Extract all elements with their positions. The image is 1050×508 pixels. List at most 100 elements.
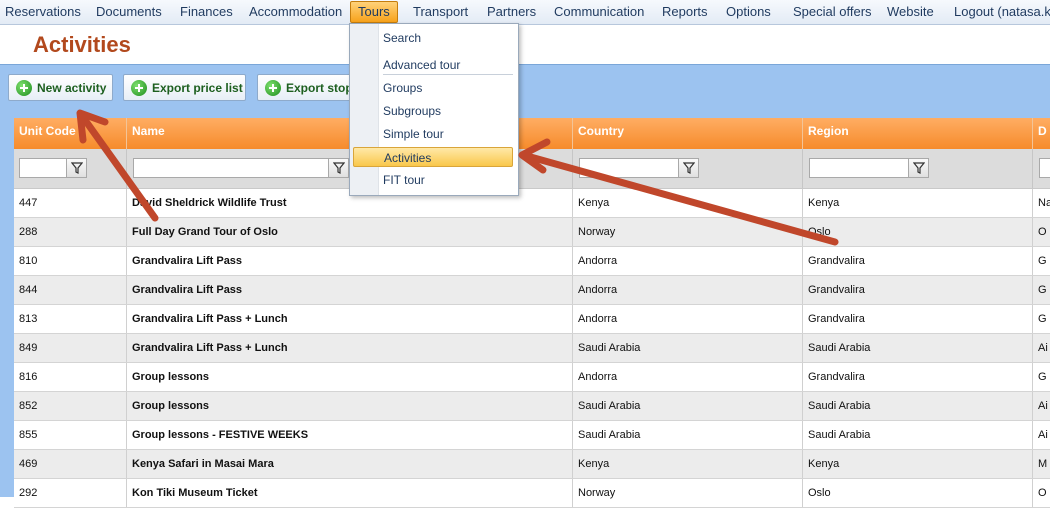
menu-special-offers[interactable]: Special offers <box>793 0 872 24</box>
menu-item-activities[interactable]: Activities <box>353 147 513 167</box>
cell-unit-code: 852 <box>14 392 127 420</box>
cell-unit-code: 816 <box>14 363 127 391</box>
table-row[interactable]: 810 Grandvalira Lift Pass Andorra Grandv… <box>14 247 1050 276</box>
add-icon <box>265 80 281 96</box>
table-row[interactable]: 816 Group lessons Andorra Grandvalira G <box>14 363 1050 392</box>
country-filter-input[interactable] <box>579 158 679 178</box>
cell-name: Grandvalira Lift Pass + Lunch <box>127 305 573 333</box>
region-filter-input[interactable] <box>809 158 909 178</box>
table-row[interactable]: 288 Full Day Grand Tour of Oslo Norway O… <box>14 218 1050 247</box>
cell-name: Group lessons - FESTIVE WEEKS <box>127 421 573 449</box>
column-header-region[interactable]: Region <box>803 118 1033 149</box>
cell-unit-code: 849 <box>14 334 127 362</box>
cell-country: Saudi Arabia <box>573 334 803 362</box>
table-row[interactable]: 855 Group lessons - FESTIVE WEEKS Saudi … <box>14 421 1050 450</box>
cell-region: Oslo <box>803 218 1033 246</box>
menu-reports[interactable]: Reports <box>662 0 708 24</box>
menu-accommodation[interactable]: Accommodation <box>249 0 342 24</box>
table-row[interactable]: 292 Kon Tiki Museum Ticket Norway Oslo O <box>14 479 1050 508</box>
cell-name: Grandvalira Lift Pass + Lunch <box>127 334 573 362</box>
menu-transport[interactable]: Transport <box>413 0 468 24</box>
cell-region: Saudi Arabia <box>803 334 1033 362</box>
cell-region: Saudi Arabia <box>803 392 1033 420</box>
tours-dropdown-menu: Search Advanced tour Groups Subgroups Si… <box>349 23 519 196</box>
cell-unit-code: 288 <box>14 218 127 246</box>
unit-code-filter-input[interactable] <box>19 158 67 178</box>
menu-item-fit-tour[interactable]: FIT tour <box>383 170 425 190</box>
new-activity-button[interactable]: New activity <box>8 74 113 101</box>
column-header-country[interactable]: Country <box>573 118 803 149</box>
cell-d: G <box>1038 371 1047 383</box>
cell-region: Saudi Arabia <box>803 421 1033 449</box>
menu-item-advanced-tour[interactable]: Advanced tour <box>383 55 460 75</box>
table-row[interactable]: 469 Kenya Safari in Masai Mara Kenya Ken… <box>14 450 1050 479</box>
cell-name: Full Day Grand Tour of Oslo <box>127 218 573 246</box>
cell-name: Grandvalira Lift Pass <box>127 276 573 304</box>
cell-country: Andorra <box>573 363 803 391</box>
cell-unit-code: 292 <box>14 479 127 507</box>
cell-d: Ai <box>1038 429 1048 441</box>
cell-d: Ai <box>1038 342 1048 354</box>
filter-icon[interactable] <box>678 158 699 178</box>
filter-icon[interactable] <box>66 158 87 178</box>
cell-name: Kenya Safari in Masai Mara <box>127 450 573 478</box>
add-icon <box>16 80 32 96</box>
cell-name: Group lessons <box>127 363 573 391</box>
menu-item-search[interactable]: Search <box>383 28 421 48</box>
filter-icon[interactable] <box>908 158 929 178</box>
toolbar: New activity Export price list Export st… <box>0 64 1050 111</box>
menu-documents[interactable]: Documents <box>96 0 162 24</box>
menu-item-groups[interactable]: Groups <box>383 78 422 98</box>
table-row[interactable]: 447 David Sheldrick Wildlife Trust Kenya… <box>14 189 1050 218</box>
cell-d: G <box>1038 313 1047 325</box>
cell-d: O <box>1038 226 1047 238</box>
cell-d: Ai <box>1038 400 1048 412</box>
filter-icon[interactable] <box>328 158 349 178</box>
menu-communication[interactable]: Communication <box>554 0 644 24</box>
cell-name: Group lessons <box>127 392 573 420</box>
column-header-unit-code[interactable]: Unit Code <box>14 118 127 149</box>
cell-name: Kon Tiki Museum Ticket <box>127 479 573 507</box>
cell-unit-code: 813 <box>14 305 127 333</box>
cell-country: Saudi Arabia <box>573 421 803 449</box>
cell-d: Na <box>1038 197 1050 209</box>
filter-cell-region <box>803 149 1033 188</box>
cell-unit-code: 810 <box>14 247 127 275</box>
cell-unit-code: 469 <box>14 450 127 478</box>
export-price-list-button[interactable]: Export price list <box>123 74 246 101</box>
menu-options[interactable]: Options <box>726 0 771 24</box>
menu-reservations[interactable]: Reservations <box>5 0 81 24</box>
menu-logout[interactable]: Logout (natasa.kap <box>954 0 1050 24</box>
cell-country: Andorra <box>573 276 803 304</box>
d-filter-input[interactable] <box>1039 158 1050 178</box>
top-menu-bar: Reservations Documents Finances Accommod… <box>0 0 1050 25</box>
cell-region: Grandvalira <box>803 247 1033 275</box>
cell-unit-code: 855 <box>14 421 127 449</box>
table-row[interactable]: 852 Group lessons Saudi Arabia Saudi Ara… <box>14 392 1050 421</box>
filter-row <box>14 149 1050 189</box>
column-header-d[interactable]: D <box>1033 118 1050 149</box>
cell-country: Norway <box>573 479 803 507</box>
export-stop-label: Export stop <box>286 81 353 95</box>
menu-item-subgroups[interactable]: Subgroups <box>383 101 441 121</box>
menu-partners[interactable]: Partners <box>487 0 536 24</box>
cell-country: Norway <box>573 218 803 246</box>
menu-website[interactable]: Website <box>887 0 934 24</box>
new-activity-label: New activity <box>37 81 107 95</box>
cell-region: Grandvalira <box>803 305 1033 333</box>
menu-finances[interactable]: Finances <box>180 0 233 24</box>
cell-d: G <box>1038 284 1047 296</box>
export-price-list-label: Export price list <box>152 81 243 95</box>
cell-region: Kenya <box>803 189 1033 217</box>
table-row[interactable]: 813 Grandvalira Lift Pass + Lunch Andorr… <box>14 305 1050 334</box>
table-row[interactable]: 849 Grandvalira Lift Pass + Lunch Saudi … <box>14 334 1050 363</box>
cell-unit-code: 447 <box>14 189 127 217</box>
menu-gutter <box>350 24 379 195</box>
cell-region: Oslo <box>803 479 1033 507</box>
table-row[interactable]: 844 Grandvalira Lift Pass Andorra Grandv… <box>14 276 1050 305</box>
cell-unit-code: 844 <box>14 276 127 304</box>
page-title: Activities <box>33 32 131 57</box>
menu-tours[interactable]: Tours <box>350 1 398 23</box>
menu-item-simple-tour[interactable]: Simple tour <box>383 124 444 144</box>
name-filter-input[interactable] <box>133 158 329 178</box>
